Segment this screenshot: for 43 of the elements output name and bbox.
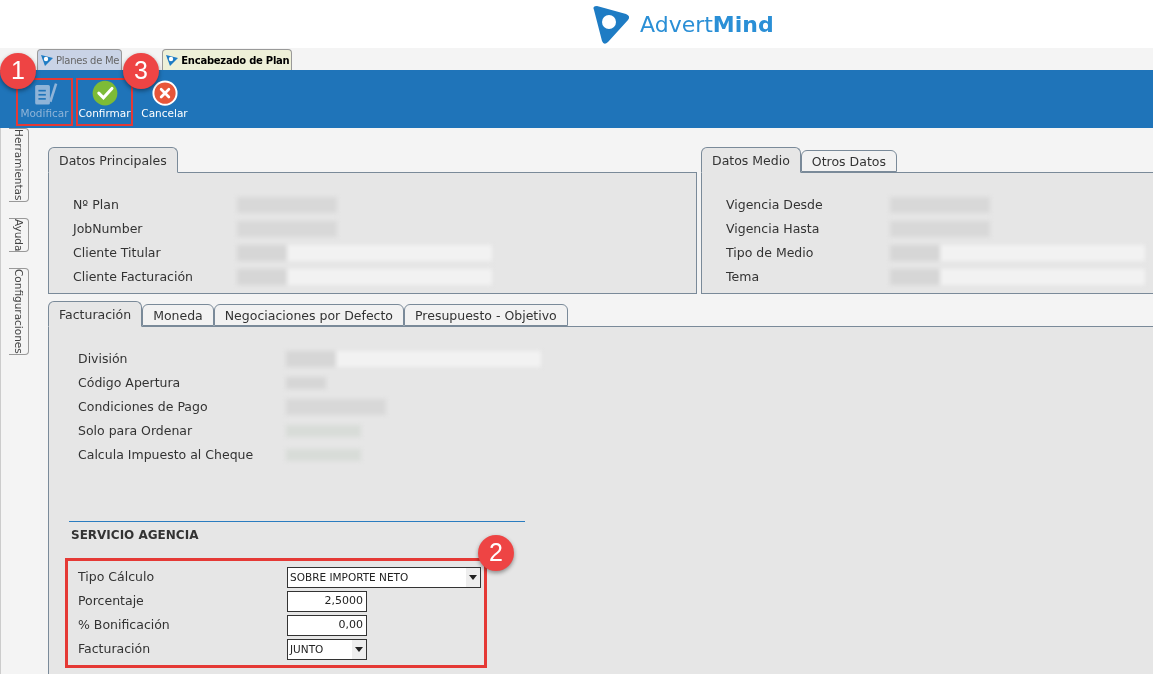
field-label: Tema bbox=[726, 267, 761, 286]
input-field[interactable]: 0,00 bbox=[287, 615, 367, 636]
callout-badge: 3 bbox=[123, 53, 159, 89]
field-label: Condiciones de Pago bbox=[78, 397, 209, 416]
field-label: JobNumber bbox=[73, 219, 144, 238]
field-label: Cliente Facturación bbox=[73, 267, 194, 286]
dropdown-field[interactable]: JUNTO bbox=[287, 639, 367, 660]
field-label: Calcula Impuesto al Cheque bbox=[78, 445, 255, 464]
logo-icon bbox=[40, 53, 54, 67]
field-label: Solo para Ordenar bbox=[78, 421, 194, 440]
side-tab[interactable]: Ayuda bbox=[9, 217, 29, 252]
section-title: SERVICIO AGENCIA bbox=[70, 527, 200, 544]
callout-badge: 2 bbox=[478, 535, 514, 571]
field-label: Tipo Cálculo bbox=[78, 568, 156, 587]
document-tab[interactable]: Planes de Me bbox=[37, 49, 123, 70]
field-label: Nº Plan bbox=[73, 195, 120, 214]
tab[interactable]: Negociaciones por Defecto bbox=[213, 304, 404, 326]
field-label: Facturación bbox=[78, 640, 152, 659]
tab[interactable]: Datos Medio bbox=[701, 147, 801, 173]
toolbar-button[interactable]: Confirmar bbox=[76, 78, 133, 126]
field-label: % Bonificación bbox=[78, 616, 171, 635]
tab[interactable]: Facturación bbox=[48, 301, 143, 327]
tab[interactable]: Presupuesto - Objetivo bbox=[404, 304, 568, 326]
field-label: Código Apertura bbox=[78, 373, 182, 392]
field-label: Cliente Titular bbox=[73, 243, 162, 262]
input-field[interactable]: 2,5000 bbox=[287, 591, 367, 612]
tab[interactable]: Moneda bbox=[142, 304, 214, 326]
field-label: Porcentaje bbox=[78, 592, 145, 611]
field-label: Vigencia Hasta bbox=[726, 219, 821, 238]
caret-icon bbox=[469, 575, 477, 580]
field-label: Vigencia Desde bbox=[726, 195, 824, 214]
callout-badge: 1 bbox=[0, 53, 36, 89]
side-tab[interactable]: Herramientas bbox=[9, 128, 29, 202]
tab[interactable]: Datos Principales bbox=[48, 147, 178, 173]
logo-text: AdvertMind bbox=[640, 10, 774, 39]
dropdown-field[interactable]: SOBRE IMPORTE NETO bbox=[287, 567, 481, 588]
field-label: División bbox=[78, 349, 129, 368]
field-label: Tipo de Medio bbox=[726, 243, 815, 262]
side-tab[interactable]: Configuraciones bbox=[9, 268, 29, 355]
tab[interactable]: Otros Datos bbox=[800, 150, 897, 172]
caret-icon bbox=[355, 647, 363, 652]
document-tab[interactable]: Encabezado de Plan bbox=[162, 49, 293, 70]
logo-icon bbox=[165, 53, 180, 67]
